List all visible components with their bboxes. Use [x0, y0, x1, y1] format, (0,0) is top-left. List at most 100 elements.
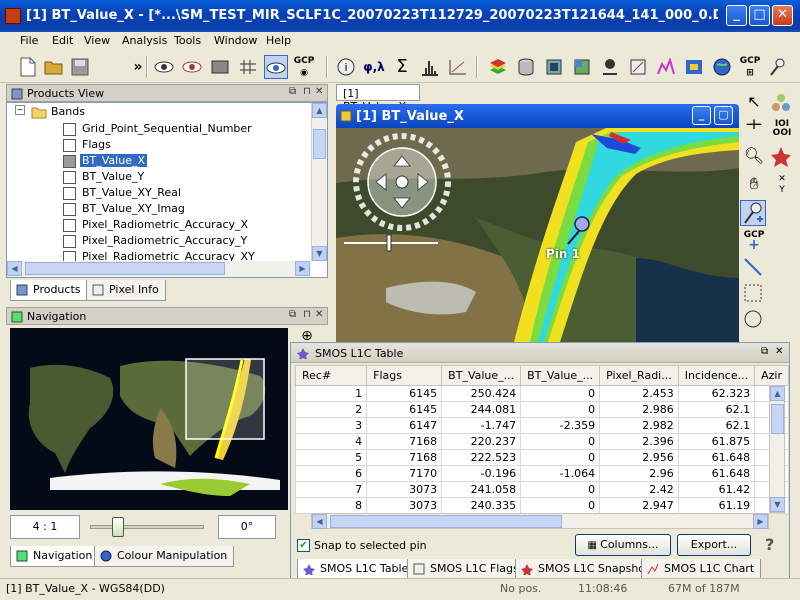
products-vscrollbar[interactable]: ▲ ▼ — [311, 103, 327, 261]
table-cell[interactable]: 6145 — [366, 385, 443, 402]
zoom-tool-icon[interactable]: 🔍︎ — [742, 146, 766, 170]
scroll-down-icon[interactable]: ▼ — [770, 497, 785, 512]
products-hscrollbar[interactable]: ◀ ▶ — [7, 261, 311, 277]
table-cell[interactable]: 6 — [294, 465, 368, 482]
pin-panel-icon[interactable]: ⊓ — [303, 309, 311, 320]
scroll-left-icon[interactable]: ◀ — [7, 261, 22, 276]
scroll-thumb[interactable] — [25, 262, 225, 275]
col-incidence[interactable]: Incidence... — [677, 365, 756, 386]
magic-wand-icon[interactable] — [770, 92, 794, 116]
scroll-thumb[interactable] — [330, 515, 562, 528]
table-cell[interactable]: 61.648 — [677, 449, 756, 466]
table-cell[interactable]: 2.42 — [599, 481, 679, 498]
zoom-factor-field[interactable]: 4 : 1 — [10, 515, 80, 539]
maximize-button[interactable]: □ — [749, 5, 770, 26]
table-cell[interactable]: 250.424 — [441, 385, 522, 402]
band-maths-icon[interactable] — [682, 55, 706, 79]
overlay-eye-icon[interactable] — [152, 55, 176, 79]
minimize-button[interactable]: _ — [726, 5, 747, 26]
table-cell[interactable]: 0 — [520, 497, 601, 514]
table-cell[interactable]: 222.523 — [441, 449, 522, 466]
table-vscrollbar[interactable]: ▲ ▼ — [769, 385, 785, 513]
table-cell[interactable]: 61.19 — [677, 497, 756, 514]
table-cell[interactable]: -0.196 — [441, 465, 522, 482]
scroll-thumb[interactable] — [771, 404, 784, 434]
scroll-left-icon[interactable]: ◀ — [312, 514, 327, 529]
table-cell[interactable]: 0 — [520, 449, 601, 466]
table-row[interactable]: 6 7170 -0.196 -1.064 2.96 61.648 — [294, 465, 789, 482]
open-product-icon[interactable] — [42, 55, 66, 79]
table-cell[interactable]: 2.947 — [599, 497, 679, 514]
smos-data-table[interactable]: Rec# Flags BT_Value_... BT_Value_... Pix… — [294, 365, 789, 514]
export-button[interactable]: Export... — [677, 534, 751, 556]
layers-icon[interactable] — [486, 55, 510, 79]
rotation-field[interactable]: 0° — [218, 515, 276, 539]
table-cell[interactable]: 6147 — [366, 417, 443, 434]
table-cell[interactable]: 2.96 — [599, 465, 679, 482]
table-cell[interactable]: -1.747 — [441, 417, 522, 434]
map-pin-icon[interactable] — [598, 55, 622, 79]
table-row[interactable]: 8 3073 240.335 0 2.947 61.19 — [294, 497, 789, 514]
mosaic-icon[interactable] — [570, 55, 594, 79]
menu-tools[interactable]: Tools — [174, 34, 201, 47]
table-cell[interactable]: -2.359 — [520, 417, 601, 434]
columns-button[interactable]: ▦ Columns... — [575, 534, 671, 556]
menu-help[interactable]: Help — [266, 34, 291, 47]
new-product-icon[interactable] — [16, 55, 40, 79]
collapse-icon[interactable]: − — [15, 105, 25, 115]
save-product-icon[interactable] — [68, 55, 92, 79]
gcp-manager-icon[interactable]: GCP ⊞ — [738, 55, 762, 79]
table-cell[interactable]: 2.956 — [599, 449, 679, 466]
table-cell[interactable]: 0 — [520, 401, 601, 418]
database-icon[interactable] — [514, 55, 538, 79]
table-cell[interactable]: 3073 — [366, 497, 443, 514]
pan-tool-icon[interactable]: ✋︎ — [742, 174, 766, 198]
table-cell[interactable]: 62.323 — [677, 385, 756, 402]
table-cell[interactable]: 3 — [294, 417, 368, 434]
ellipse-draw-icon[interactable] — [742, 308, 766, 332]
zoom-slider[interactable] — [90, 525, 204, 529]
table-cell[interactable]: -1.064 — [520, 465, 601, 482]
table-row[interactable]: 5 7168 222.523 0 2.956 61.648 — [294, 449, 789, 466]
tab-products[interactable]: Products — [10, 280, 88, 301]
information-icon[interactable]: i — [334, 55, 358, 79]
table-row[interactable]: 7 3073 241.058 0 2.42 61.42 — [294, 481, 789, 498]
close-panel-icon[interactable]: ✕ — [775, 346, 783, 357]
pin-placing-tool-icon[interactable] — [740, 200, 766, 226]
table-cell[interactable]: 240.335 — [441, 497, 522, 514]
col-bt-value-2[interactable]: BT_Value_... — [520, 365, 601, 386]
scatter-plot-icon[interactable] — [446, 55, 470, 79]
col-azimuth[interactable]: Azir — [754, 365, 789, 386]
menu-file[interactable]: File — [20, 34, 38, 47]
tab-colour-manipulation[interactable]: Colour Manipulation — [94, 546, 235, 567]
table-cell[interactable]: 62.1 — [677, 401, 756, 418]
subset-icon[interactable] — [542, 55, 566, 79]
table-cell[interactable]: 2.453 — [599, 385, 679, 402]
float-panel-icon[interactable]: ⧉ — [761, 346, 768, 357]
tab-smos-snapshot[interactable]: SMOS L1C Snapshot — [515, 559, 657, 580]
table-cell[interactable]: 61.875 — [677, 433, 756, 450]
menu-analysis[interactable]: Analysis — [122, 34, 167, 47]
scroll-thumb[interactable] — [313, 129, 326, 159]
projection-icon[interactable] — [626, 55, 650, 79]
table-cell[interactable]: 7168 — [366, 433, 443, 450]
table-cell[interactable]: 2 — [294, 401, 368, 418]
table-cell[interactable]: 61.42 — [677, 481, 756, 498]
col-bt-value-1[interactable]: BT_Value_... — [441, 365, 522, 386]
statistics-icon[interactable]: Σ — [390, 55, 414, 79]
gcp-overlay-icon[interactable]: GCP ◉ — [292, 55, 316, 79]
col-flags[interactable]: Flags — [366, 365, 443, 386]
geo-coding-icon[interactable]: φ,λ — [362, 55, 386, 79]
line-draw-icon[interactable] — [742, 256, 766, 280]
image-minimize-button[interactable]: _ — [692, 106, 711, 125]
close-panel-icon[interactable]: ✕ — [315, 309, 323, 320]
spectrum-icon[interactable] — [654, 55, 678, 79]
pin-manager-icon[interactable] — [766, 55, 790, 79]
select-tool-icon[interactable]: ↖ — [742, 92, 766, 116]
table-cell[interactable]: 6145 — [366, 401, 443, 418]
table-cell[interactable]: 1 — [294, 385, 368, 402]
xy-plot-icon[interactable]: ✕ Y — [770, 174, 794, 198]
table-cell[interactable]: 7168 — [366, 449, 443, 466]
graticule-icon[interactable] — [236, 55, 260, 79]
table-hscrollbar[interactable]: ◀ ▶ — [311, 513, 769, 529]
